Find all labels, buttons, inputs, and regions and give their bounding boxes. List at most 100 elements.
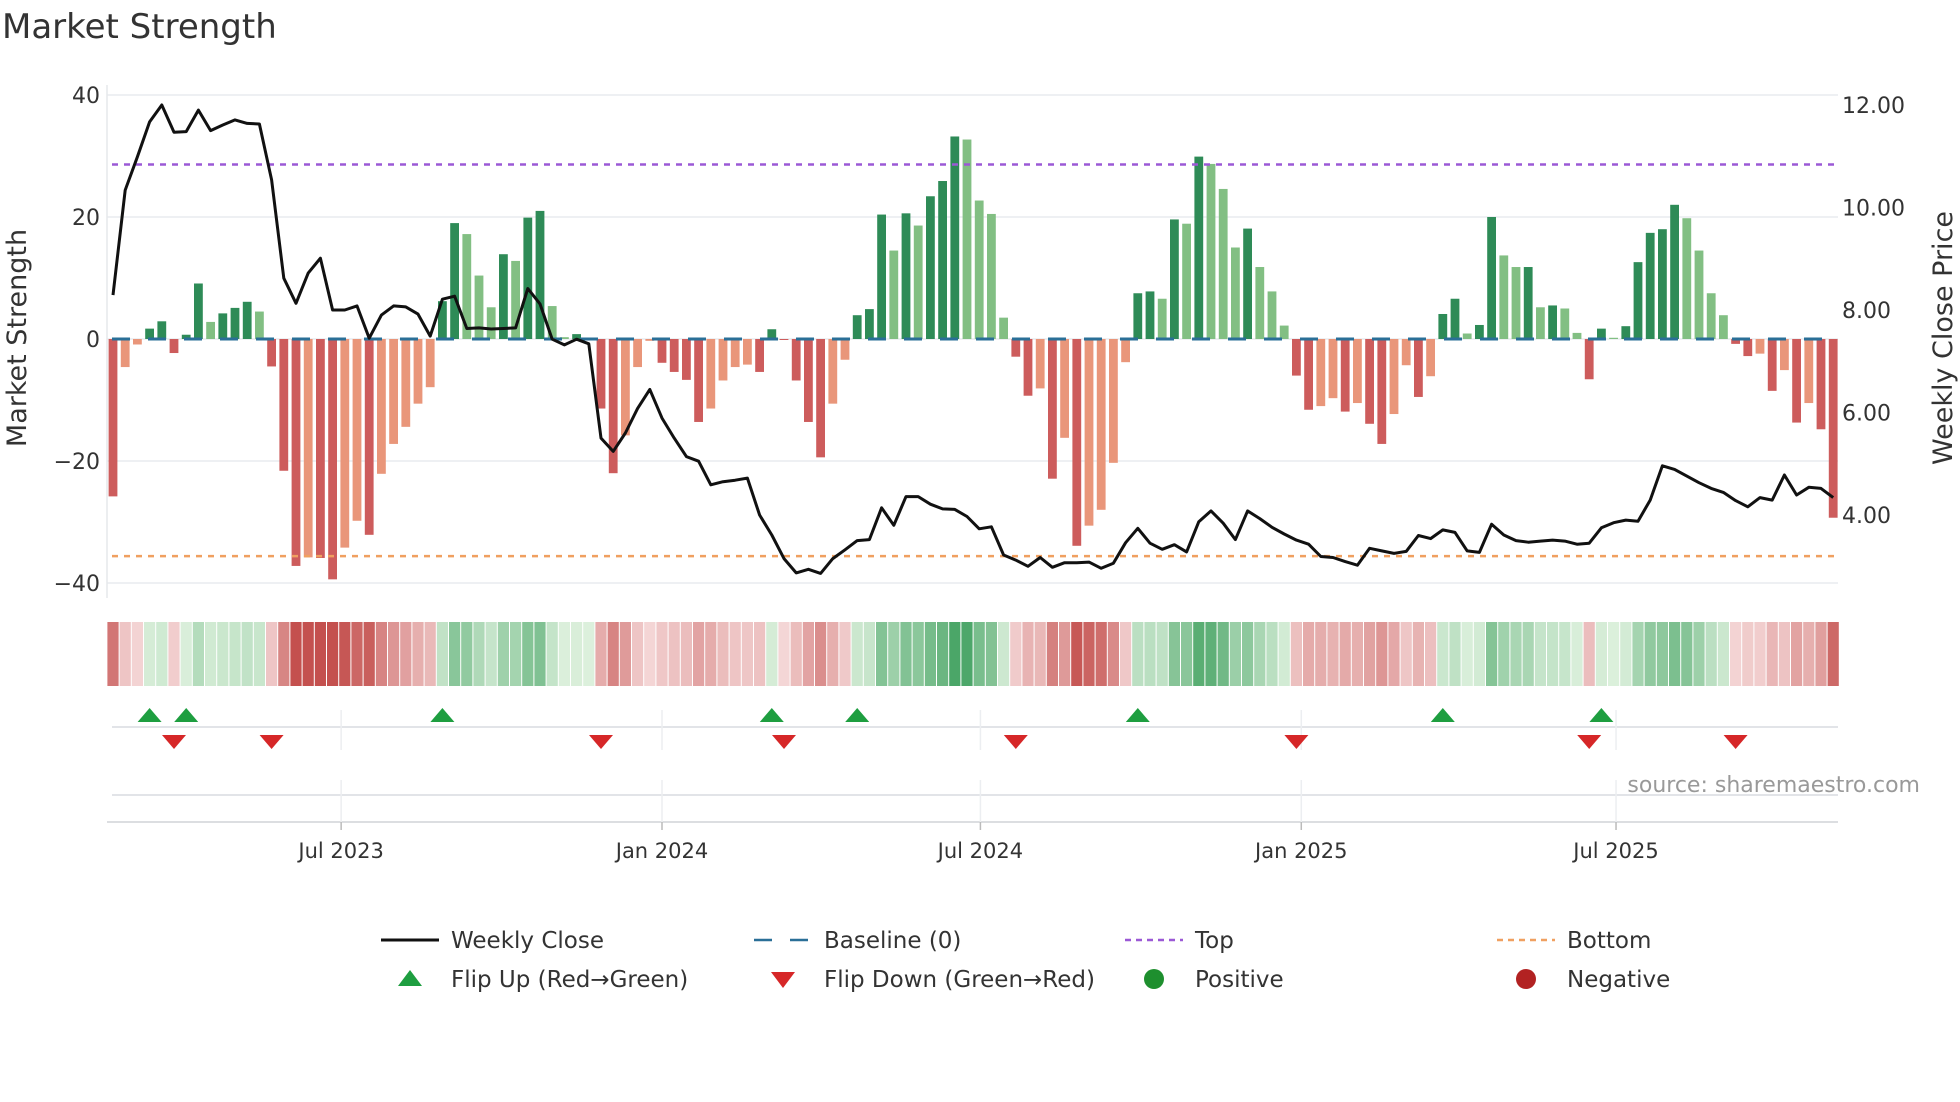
strength-bar [389, 339, 398, 444]
strength-bar [1438, 313, 1448, 339]
heat-cell [571, 622, 583, 686]
heat-cell [1351, 622, 1363, 686]
strength-bar [730, 339, 740, 368]
heat-cell [1254, 622, 1266, 686]
heat-cell [912, 622, 924, 686]
heat-cell [351, 622, 363, 686]
heat-cell [1132, 622, 1144, 686]
heat-cell [1754, 622, 1766, 686]
heat-cell [449, 622, 461, 686]
strength-bar [1328, 339, 1338, 399]
y-tick-label: −20 [54, 450, 100, 475]
heat-cell [1681, 622, 1693, 686]
strength-bar [1462, 333, 1472, 339]
strength-bar [1548, 305, 1557, 339]
legend-label: Negative [1567, 967, 1670, 993]
heat-cell [1632, 622, 1644, 686]
y2-tick-label: 12.00 [1842, 94, 1905, 119]
heat-cell [1193, 622, 1205, 686]
heat-cell [485, 622, 497, 686]
strength-bar [1792, 339, 1801, 423]
strength-bar [108, 339, 118, 497]
heat-cell [1425, 622, 1437, 686]
strength-bar [1414, 339, 1423, 397]
heat-cell [229, 622, 241, 686]
strength-bar [340, 339, 350, 548]
heat-cell [180, 622, 192, 686]
strength-bar [938, 181, 947, 339]
heat-cell [266, 622, 278, 686]
heat-cell [1022, 622, 1034, 686]
strength-bar [413, 339, 423, 404]
strength-bar [328, 339, 337, 580]
flip-down-marker [1577, 735, 1602, 749]
strength-bar [1670, 204, 1679, 339]
strength-bar [816, 339, 825, 458]
strength-bar [1621, 326, 1631, 339]
strength-bar [791, 339, 801, 381]
strength-bar [1145, 291, 1155, 339]
heat-cell [1303, 622, 1315, 686]
heat-cell [1010, 622, 1022, 686]
heat-cell [1388, 622, 1400, 686]
heat-cell [339, 622, 351, 686]
strength-bar [1389, 339, 1399, 415]
heat-cell [607, 622, 619, 686]
strength-bar [1353, 339, 1362, 404]
strength-bar [1584, 339, 1594, 380]
strength-bar [1255, 267, 1265, 339]
heat-cell [668, 622, 680, 686]
strength-bar [621, 339, 630, 436]
heat-cell [1571, 622, 1583, 686]
flip-down-marker [259, 735, 284, 749]
heat-cell [253, 622, 265, 686]
heat-cell [1083, 622, 1095, 686]
flip-down-marker [1723, 735, 1748, 749]
heat-cell [1510, 622, 1522, 686]
heat-cell [1144, 622, 1156, 686]
strength-bar [1682, 218, 1692, 339]
strength-bar [1206, 163, 1216, 339]
strength-bar [962, 139, 972, 339]
flip-up-marker [430, 708, 455, 722]
strength-bar [499, 254, 508, 339]
heat-cell [1217, 622, 1229, 686]
strength-bar [242, 301, 252, 339]
heat-cell [1034, 622, 1046, 686]
strength-bar [401, 339, 411, 427]
strength-bar [779, 339, 789, 340]
heat-cell [436, 622, 448, 686]
strength-bar [1401, 339, 1411, 366]
flip-up-marker [137, 708, 162, 722]
strength-bar [926, 196, 935, 339]
heat-cell [729, 622, 741, 686]
strength-bars [108, 136, 1838, 580]
positive-legend-icon [1144, 969, 1164, 989]
x-tick-label: Jul 2024 [936, 839, 1023, 863]
heat-cell [863, 622, 875, 686]
strength-bar [1633, 262, 1643, 339]
strength-bar [913, 225, 923, 339]
strength-bar [1157, 298, 1167, 339]
heat-cell [1412, 622, 1424, 686]
heat-cell [1449, 622, 1461, 686]
heat-cell [644, 622, 656, 686]
heat-cell [1803, 622, 1815, 686]
heat-cell [1181, 622, 1193, 686]
heat-cell [1461, 622, 1473, 686]
heat-cell [1791, 622, 1803, 686]
heat-cell [998, 622, 1010, 686]
strength-bar [1340, 339, 1350, 412]
legend-label: Flip Down (Green→Red) [824, 967, 1095, 993]
strength-bar [974, 200, 984, 339]
strength-bar [1450, 298, 1460, 339]
strength-bar [1743, 339, 1753, 357]
strength-bar [1475, 324, 1484, 339]
strength-bar [1755, 339, 1765, 354]
heat-cell [192, 622, 204, 686]
strength-bar [279, 339, 289, 471]
strength-bar [303, 339, 313, 558]
heat-cell [278, 622, 290, 686]
heat-cell [1339, 622, 1351, 686]
y2-axis-label: Weekly Close Price [1928, 211, 1959, 465]
